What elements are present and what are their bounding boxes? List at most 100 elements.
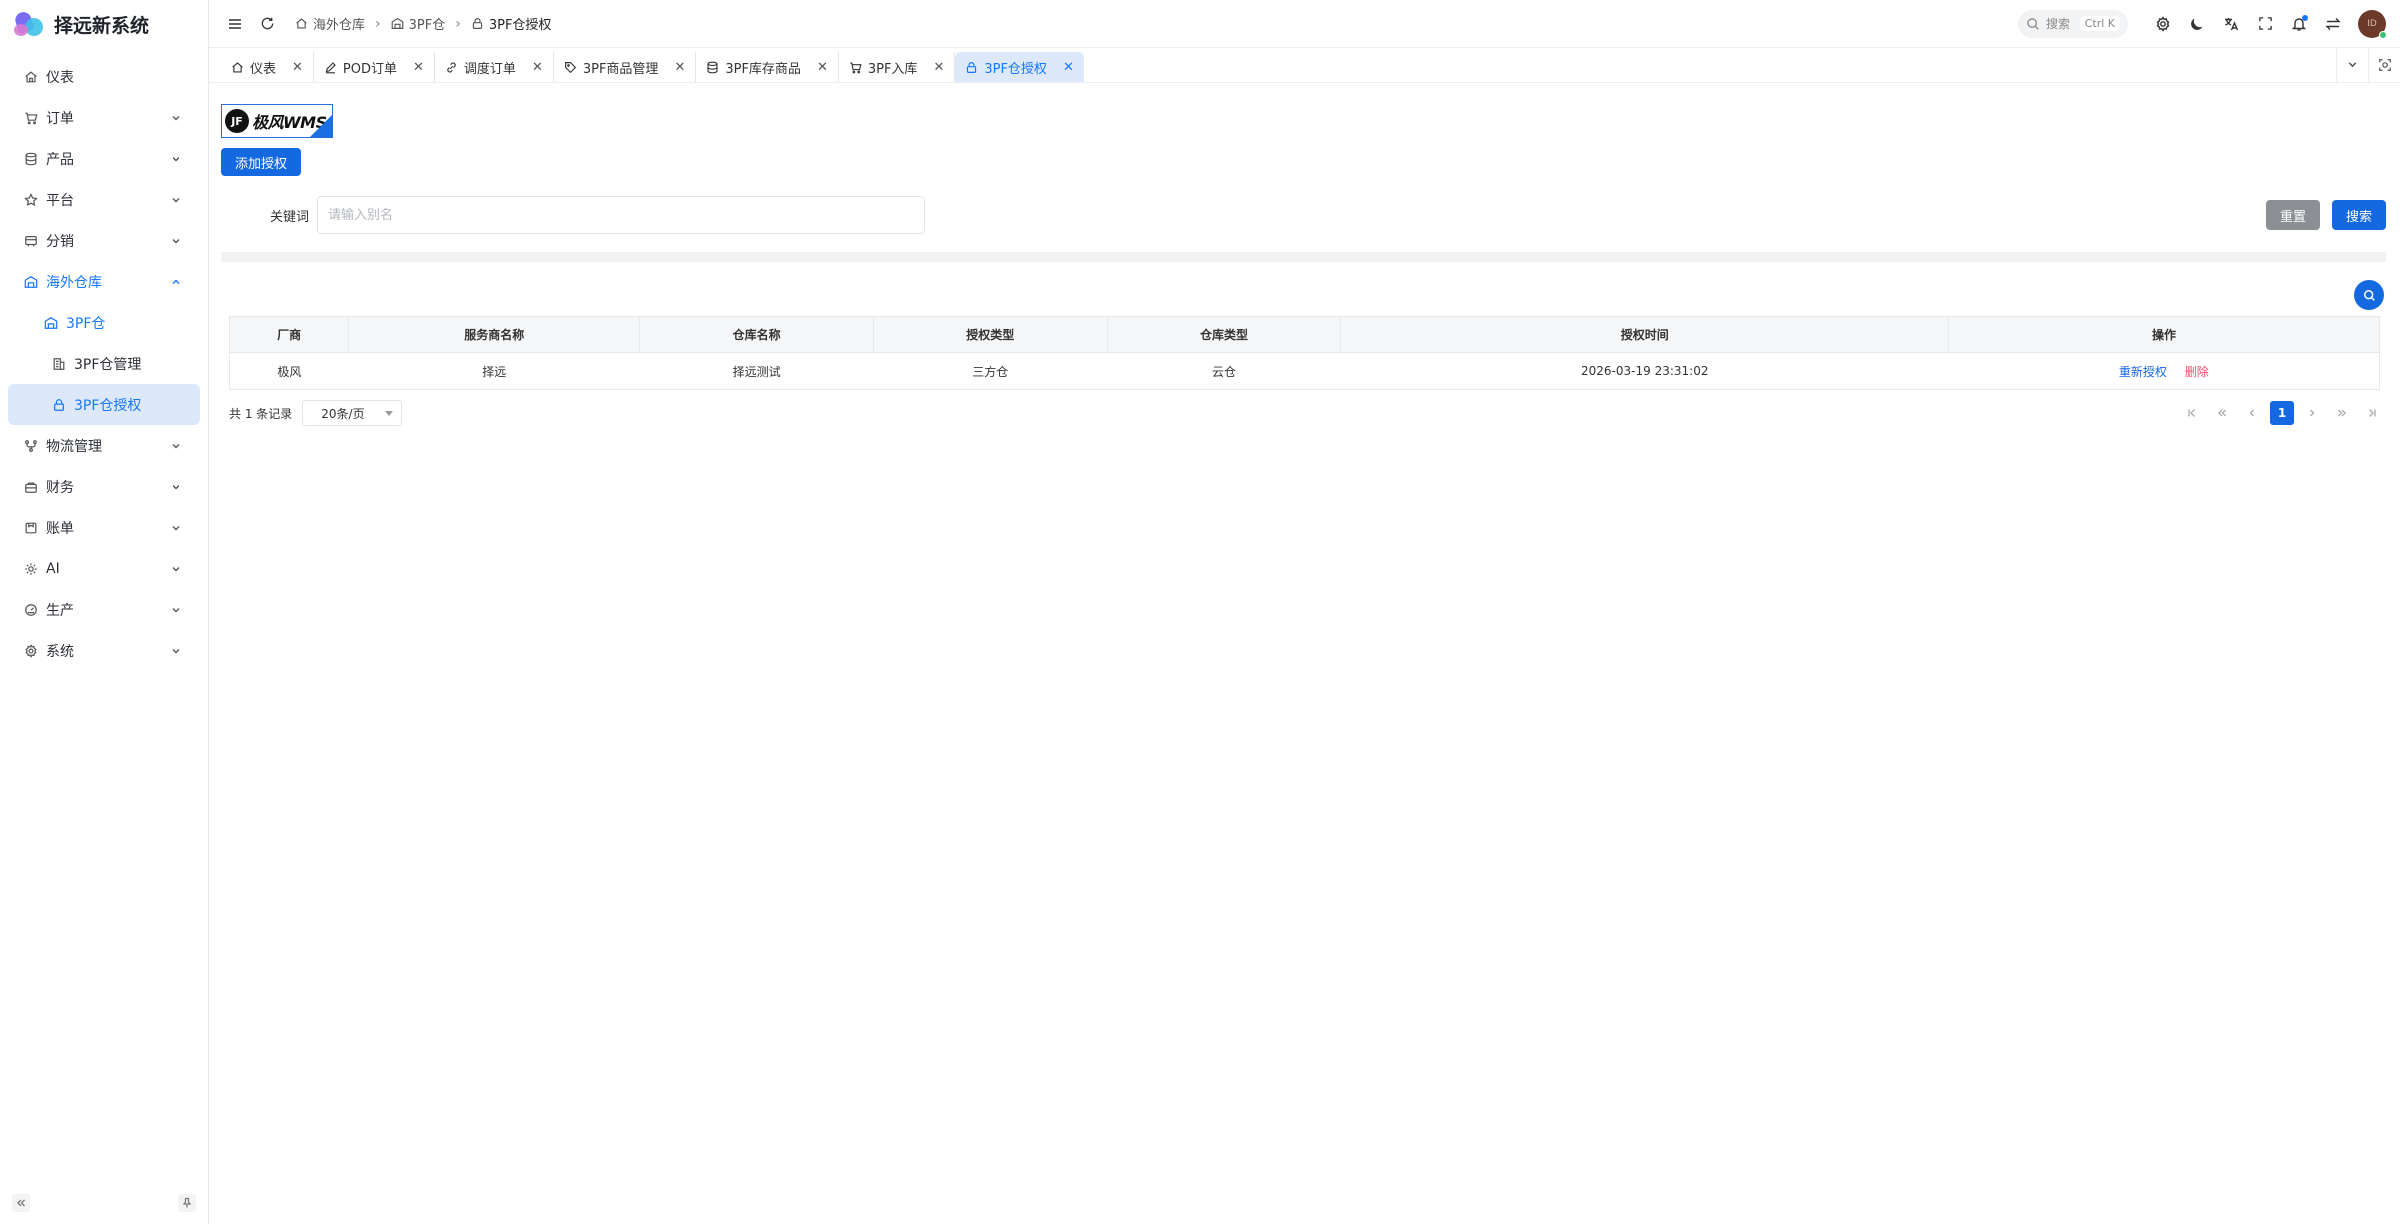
- next-page-button[interactable]: [2300, 401, 2324, 425]
- sidebar-item-3pf-authorization[interactable]: 3PF仓授权: [8, 384, 200, 425]
- pen-icon: [325, 61, 336, 73]
- notifications-button[interactable]: [2282, 7, 2316, 41]
- dark-mode-button[interactable]: [2180, 7, 2214, 41]
- sidebar-item-platform[interactable]: 平台: [8, 179, 200, 220]
- breadcrumb-item[interactable]: 3PF仓: [391, 14, 445, 33]
- close-icon[interactable]: ✕: [933, 60, 944, 75]
- sidebar-item-bills[interactable]: 账单: [8, 507, 200, 548]
- chevron-down-icon: [172, 443, 180, 448]
- sidebar-item-3pf-management[interactable]: 3PF仓管理: [8, 343, 200, 384]
- online-status-indicator: [2379, 30, 2387, 39]
- reauthorize-link[interactable]: 重新授权: [2119, 365, 2167, 379]
- search-label: 搜索: [2046, 17, 2071, 31]
- tab-3pf-product-management[interactable]: 3PF商品管理 ✕: [554, 52, 697, 82]
- pagination: 共 1 条记录 20条/页 1: [229, 400, 2384, 426]
- close-icon[interactable]: ✕: [532, 60, 543, 75]
- cell-auth-type: 三方仓: [873, 352, 1108, 390]
- lock-icon: [472, 18, 482, 29]
- warehouse-icon: [44, 316, 58, 329]
- double-chevron-left-icon: [2218, 409, 2226, 417]
- reset-button[interactable]: 重置: [2265, 200, 2320, 230]
- chevron-down-icon: [172, 197, 180, 202]
- chevron-down-icon: [172, 607, 180, 612]
- pin-sidebar-button[interactable]: [178, 1194, 196, 1212]
- wms-logo: JF 极风WMS: [221, 104, 333, 138]
- prev-page-button[interactable]: [2240, 401, 2264, 425]
- keyword-input[interactable]: [317, 196, 925, 234]
- toggle-search-button[interactable]: [2354, 280, 2384, 310]
- sidebar-item-distribution[interactable]: 分销: [8, 220, 200, 261]
- sidebar-item-overseas-warehouse[interactable]: 海外仓库: [8, 261, 200, 302]
- keyword-label: 关键词: [269, 209, 309, 225]
- authorization-table: 厂商 服务商名称 仓库名称 授权类型 仓库类型 授权时间 操作 极风 择远 择远…: [228, 316, 2380, 390]
- collapse-sidebar-button[interactable]: [12, 1194, 30, 1212]
- page-number-current[interactable]: 1: [2270, 401, 2294, 425]
- tab-dashboard[interactable]: 仪表 ✕: [221, 52, 314, 82]
- language-button[interactable]: [2214, 7, 2248, 41]
- wms-logo-glyph: JF: [225, 109, 249, 133]
- fullscreen-button[interactable]: [2248, 7, 2282, 41]
- column-header: 授权时间: [1340, 316, 1950, 353]
- sidebar-item-dashboard[interactable]: 仪表: [8, 56, 200, 97]
- next-5-button[interactable]: [2330, 401, 2354, 425]
- sidebar: 择远新系统 仪表 订单 产品 平台 分销 海外仓库 3PF仓 3PF仓管理 3P…: [0, 0, 209, 1224]
- building-icon: [53, 357, 65, 370]
- settings-button[interactable]: [2146, 7, 2180, 41]
- cart-icon: [850, 61, 862, 73]
- switch-button[interactable]: [2316, 7, 2350, 41]
- tag-icon: [564, 61, 577, 73]
- tab-dispatch-orders[interactable]: 调度订单 ✕: [435, 52, 554, 82]
- close-icon[interactable]: ✕: [817, 60, 828, 75]
- column-header: 厂商: [228, 316, 350, 353]
- menu-toggle-button[interactable]: [223, 12, 247, 36]
- sidebar-item-logistics[interactable]: 物流管理: [8, 425, 200, 466]
- tab-3pf-inbound[interactable]: 3PF入库 ✕: [839, 52, 956, 82]
- refresh-button[interactable]: [255, 12, 279, 36]
- chevron-down-icon: [172, 156, 180, 161]
- sidebar-item-orders[interactable]: 订单: [8, 97, 200, 138]
- chevron-down-icon: [172, 115, 180, 120]
- sidebar-item-finance[interactable]: 财务: [8, 466, 200, 507]
- close-icon[interactable]: ✕: [413, 60, 424, 75]
- sidebar-item-production[interactable]: 生产: [8, 589, 200, 630]
- global-search[interactable]: 搜索 Ctrl K: [2018, 9, 2128, 38]
- tab-pod-orders[interactable]: POD订单 ✕: [314, 52, 435, 82]
- refresh-icon: [261, 17, 273, 30]
- wms-logo-corner: [310, 115, 332, 137]
- bill-icon: [25, 522, 37, 533]
- first-page-button[interactable]: [2180, 401, 2204, 425]
- warehouse-icon: [391, 17, 403, 29]
- pager-nav: 1: [2180, 401, 2384, 425]
- close-icon[interactable]: ✕: [1063, 60, 1074, 75]
- add-authorization-button[interactable]: 添加授权: [221, 148, 302, 176]
- last-page-button[interactable]: [2360, 401, 2384, 425]
- chevron-down-icon: [172, 484, 180, 489]
- breadcrumb-separator: ›: [375, 15, 381, 32]
- brand-logo-icon: [12, 10, 44, 38]
- breadcrumb-item[interactable]: 海外仓库: [295, 14, 365, 33]
- tab-3pf-authorization[interactable]: 3PF仓授权 ✕: [955, 52, 1084, 82]
- avatar[interactable]: ID: [2358, 9, 2387, 39]
- table-header-row: 厂商 服务商名称 仓库名称 授权类型 仓库类型 授权时间 操作: [228, 316, 2380, 353]
- sidebar-item-ai[interactable]: AI: [8, 548, 200, 589]
- delete-link[interactable]: 删除: [2185, 365, 2209, 379]
- prev-5-button[interactable]: [2210, 401, 2234, 425]
- close-icon[interactable]: ✕: [674, 60, 685, 75]
- tabs-dropdown-button[interactable]: [2336, 47, 2368, 82]
- chevron-down-icon: [172, 566, 180, 571]
- section-divider: [221, 252, 2386, 262]
- tab-3pf-inventory[interactable]: 3PF库存商品 ✕: [696, 52, 839, 82]
- sidebar-item-3pf-warehouse[interactable]: 3PF仓: [8, 302, 200, 343]
- moon-icon: [2191, 18, 2203, 30]
- sidebar-item-products[interactable]: 产品: [8, 138, 200, 179]
- hamburger-icon: [229, 18, 241, 29]
- search-button[interactable]: 搜索: [2331, 200, 2386, 230]
- translate-icon: [2225, 17, 2239, 30]
- maximize-content-button[interactable]: [2368, 47, 2400, 82]
- sidebar-item-system[interactable]: 系统: [8, 630, 200, 671]
- page-size-select[interactable]: 20条/页: [302, 400, 403, 426]
- filter-actions: 重置 搜索: [2265, 200, 2386, 230]
- brand[interactable]: 择远新系统: [0, 0, 208, 48]
- close-icon[interactable]: ✕: [292, 60, 303, 75]
- notification-dot: [2302, 14, 2308, 21]
